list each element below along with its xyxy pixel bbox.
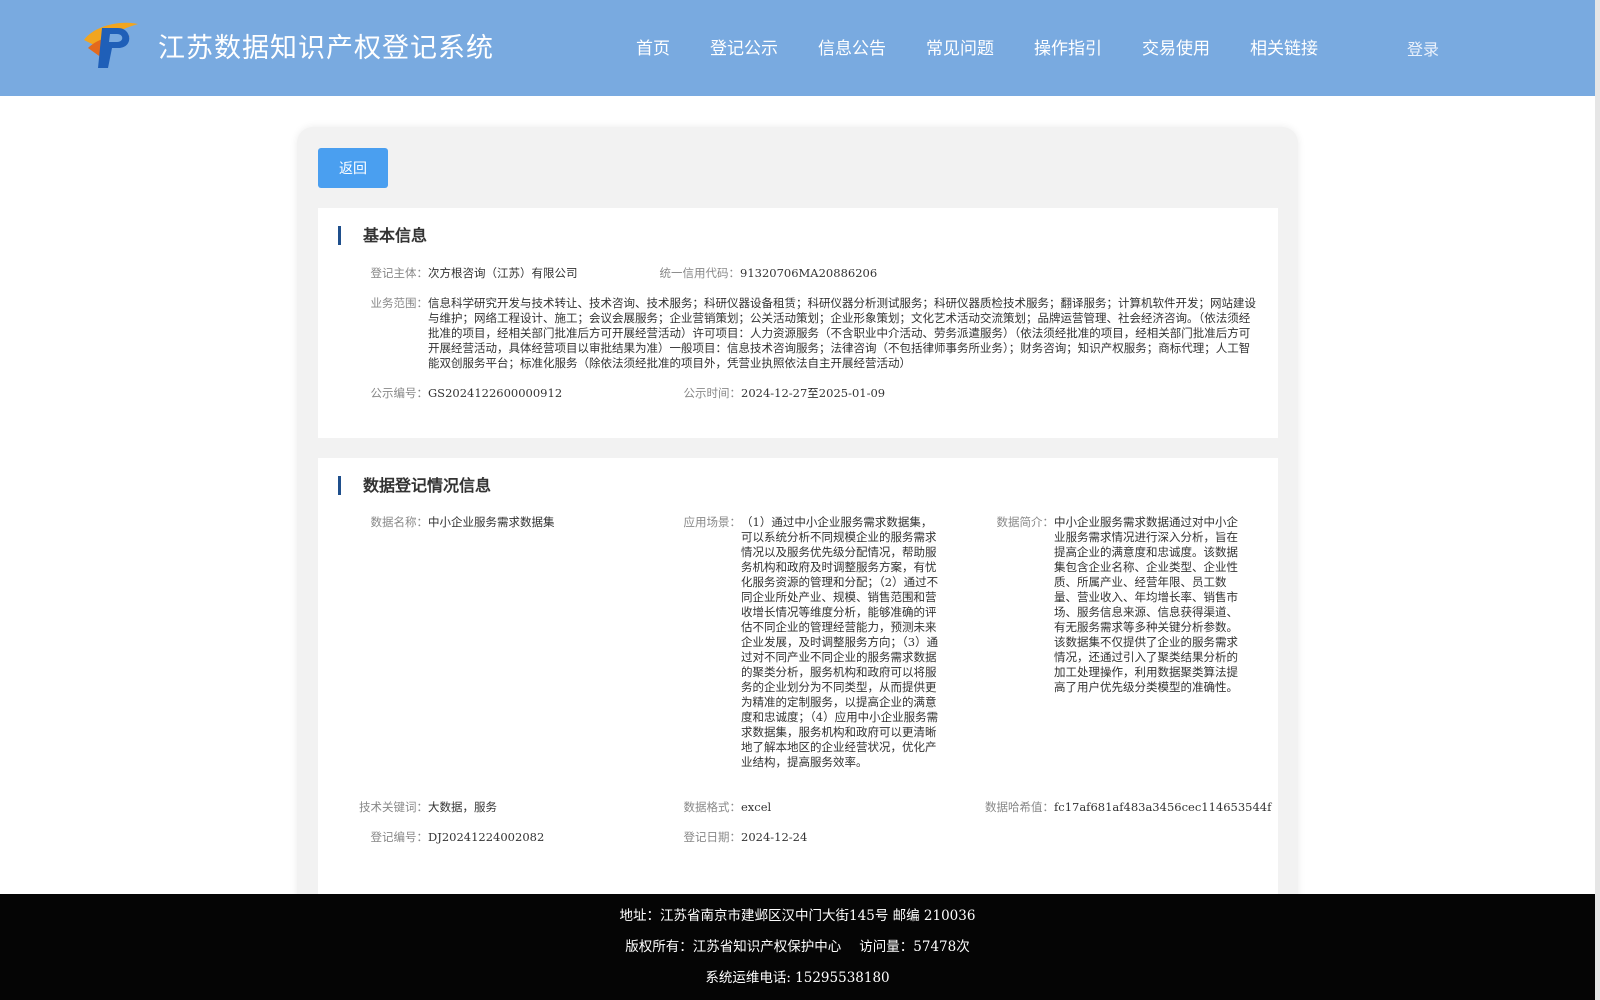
field-label: 登记编号： bbox=[370, 830, 429, 844]
field-value: （1）通过中小企业服务需求数据集，可以系统分析不同规模企业的服务需求情况以及服务… bbox=[741, 515, 939, 769]
nav-registration-notice[interactable]: 登记公示 bbox=[710, 34, 778, 59]
section-title-basic: 基本信息 bbox=[338, 226, 427, 245]
section-title-data: 数据登记情况信息 bbox=[338, 476, 491, 495]
data-registration-panel: 数据登记情况信息 数据名称： 中小企业服务需求数据集 应用场景： （1）通过中小… bbox=[318, 458, 1278, 917]
nav-home[interactable]: 首页 bbox=[636, 34, 670, 59]
site-footer: 地址：江苏省南京市建邺区汉中门大街145号 邮编 210036 版权所有：江苏省… bbox=[0, 894, 1595, 1000]
field-label: 技术关键词： bbox=[359, 800, 428, 814]
field-label: 业务范围： bbox=[370, 296, 429, 310]
basic-info-panel: 基本信息 登记主体： 次方根咨询（江苏）有限公司 统一信用代码： 9132070… bbox=[318, 208, 1278, 438]
field-label: 应用场景： bbox=[683, 515, 742, 529]
footer-copyright-row: 版权所有：江苏省知识产权保护中心 访问量：57478次 bbox=[0, 935, 1595, 955]
footer-copyright: 版权所有：江苏省知识产权保护中心 bbox=[625, 939, 842, 955]
ip-logo-icon[interactable] bbox=[80, 18, 142, 70]
footer-visits: 访问量：57478次 bbox=[859, 939, 970, 955]
nav-links[interactable]: 相关链接 bbox=[1250, 34, 1318, 59]
field-value: 2024-12-27至2025-01-09 bbox=[741, 386, 886, 400]
field-value: fc17af681af483a3456cec114653544f bbox=[1054, 800, 1272, 814]
field-label: 登记日期： bbox=[683, 830, 742, 844]
field-value: 91320706MA20886206 bbox=[740, 266, 878, 280]
field-value: 中小企业服务需求数据通过对中小企业服务需求情况进行深入分析，旨在提高企业的满意度… bbox=[1054, 515, 1238, 694]
footer-phone: 系统运维电话: 15295538180 bbox=[705, 970, 890, 986]
back-button[interactable]: 返回 bbox=[318, 148, 388, 188]
field-value: DJ20241224002082 bbox=[428, 830, 545, 844]
site-title: 江苏数据知识产权登记系统 bbox=[158, 33, 494, 64]
field-value: 2024-12-24 bbox=[741, 830, 808, 844]
nav-faq[interactable]: 常见问题 bbox=[926, 34, 994, 59]
field-label: 统一信用代码： bbox=[659, 266, 741, 280]
field-label: 公示编号： bbox=[370, 386, 429, 400]
detail-card: 返回 基本信息 登记主体： 次方根咨询（江苏）有限公司 统一信用代码： 9132… bbox=[297, 127, 1298, 917]
field-label: 数据格式： bbox=[683, 800, 742, 814]
page-scrollbar[interactable] bbox=[1595, 0, 1600, 1000]
field-label: 公示时间： bbox=[683, 386, 742, 400]
field-label: 数据哈希值： bbox=[985, 800, 1054, 814]
field-value: 中小企业服务需求数据集 bbox=[428, 515, 555, 529]
field-value: 大数据，服务 bbox=[428, 800, 497, 814]
main-nav: 首页 登记公示 信息公告 常见问题 操作指引 交易使用 相关链接 bbox=[636, 34, 1318, 59]
site-header: 江苏数据知识产权登记系统 首页 登记公示 信息公告 常见问题 操作指引 交易使用… bbox=[0, 0, 1595, 96]
field-value: 信息科学研究开发与技术转让、技术咨询、技术服务；科研仪器设备租赁；科研仪器分析测… bbox=[428, 296, 1256, 370]
nav-announcements[interactable]: 信息公告 bbox=[818, 34, 886, 59]
login-link[interactable]: 登录 bbox=[1407, 36, 1439, 60]
field-label: 登记主体： bbox=[370, 266, 429, 280]
field-label: 数据名称： bbox=[370, 515, 429, 529]
nav-guide[interactable]: 操作指引 bbox=[1034, 34, 1102, 59]
field-value: GS2024122600000912 bbox=[428, 386, 563, 400]
field-label: 数据简介： bbox=[996, 515, 1055, 529]
nav-trading[interactable]: 交易使用 bbox=[1142, 34, 1210, 59]
field-value: excel bbox=[741, 800, 772, 814]
footer-address: 地址：江苏省南京市建邺区汉中门大街145号 邮编 210036 bbox=[619, 908, 976, 924]
